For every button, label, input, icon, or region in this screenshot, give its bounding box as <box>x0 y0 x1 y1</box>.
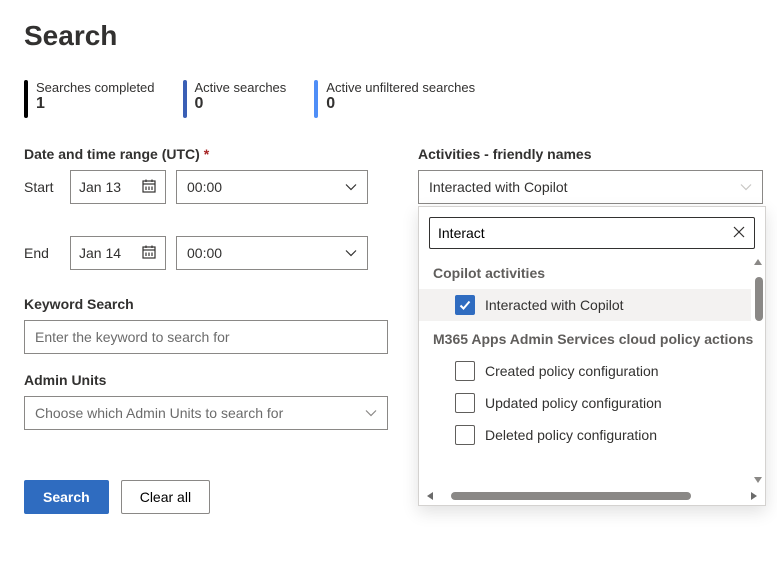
calendar-icon <box>141 178 157 197</box>
stat-value: 1 <box>36 95 155 113</box>
stat-searches-completed: Searches completed 1 <box>24 80 155 118</box>
stat-label: Searches completed <box>36 80 155 95</box>
scroll-thumb[interactable] <box>755 277 763 321</box>
group-title-copilot: Copilot activities <box>419 255 751 289</box>
activities-dropdown-body: Copilot activities Interacted with Copil… <box>419 255 765 487</box>
stat-value: 0 <box>195 95 287 113</box>
keyword-label: Keyword Search <box>24 296 388 312</box>
admin-units-label: Admin Units <box>24 372 388 388</box>
checkbox-unchecked <box>455 361 475 381</box>
activities-dropdown-panel: Copilot activities Interacted with Copil… <box>418 206 766 506</box>
stat-active-unfiltered: Active unfiltered searches 0 <box>314 80 475 118</box>
start-date-value: Jan 13 <box>79 179 121 195</box>
start-label: Start <box>24 179 60 195</box>
scroll-left-icon <box>423 489 437 503</box>
scroll-up-icon <box>751 255 765 269</box>
scroll-down-icon <box>751 473 765 487</box>
stat-bar <box>183 80 187 118</box>
horizontal-scrollbar[interactable] <box>419 487 765 505</box>
activity-item-label: Deleted policy configuration <box>485 427 657 443</box>
group-title-m365: M365 Apps Admin Services cloud policy ac… <box>419 321 751 355</box>
keyword-input-wrapper <box>24 320 388 354</box>
end-label: End <box>24 245 60 261</box>
admin-units-select[interactable]: Choose which Admin Units to search for <box>24 396 388 430</box>
end-time-value: 00:00 <box>187 245 222 261</box>
vertical-scrollbar[interactable] <box>751 255 765 487</box>
admin-units-placeholder: Choose which Admin Units to search for <box>35 405 283 421</box>
checkbox-checked <box>455 295 475 315</box>
checkbox-unchecked <box>455 393 475 413</box>
stat-bar <box>314 80 318 118</box>
end-time-picker[interactable]: 00:00 <box>176 236 368 270</box>
keyword-input[interactable] <box>35 329 377 345</box>
required-marker: * <box>204 146 209 162</box>
stats-row: Searches completed 1 Active searches 0 A… <box>24 80 753 118</box>
activity-item-label: Updated policy configuration <box>485 395 662 411</box>
activity-item-label: Interacted with Copilot <box>485 297 624 313</box>
stat-active-searches: Active searches 0 <box>183 80 287 118</box>
checkbox-unchecked <box>455 425 475 445</box>
stat-value: 0 <box>326 95 475 113</box>
activities-search-input[interactable] <box>438 225 732 241</box>
activities-selected-value: Interacted with Copilot <box>429 179 568 195</box>
scroll-thumb[interactable] <box>451 492 691 500</box>
clear-all-button[interactable]: Clear all <box>121 480 210 514</box>
end-date-picker[interactable]: Jan 14 <box>70 236 166 270</box>
start-time-value: 00:00 <box>187 179 222 195</box>
stat-label: Active searches <box>195 80 287 95</box>
end-date-value: Jan 14 <box>79 245 121 261</box>
activities-select[interactable]: Interacted with Copilot <box>418 170 763 204</box>
chevron-down-icon <box>740 183 752 191</box>
chevron-down-icon <box>345 249 357 257</box>
date-range-label: Date and time range (UTC) * <box>24 146 388 162</box>
stat-bar <box>24 80 28 118</box>
search-button[interactable]: Search <box>24 480 109 514</box>
activity-item-deleted-policy[interactable]: Deleted policy configuration <box>419 419 751 451</box>
activity-item-created-policy[interactable]: Created policy configuration <box>419 355 751 387</box>
calendar-icon <box>141 244 157 263</box>
clear-search-icon[interactable] <box>732 225 746 242</box>
start-date-picker[interactable]: Jan 13 <box>70 170 166 204</box>
scroll-right-icon <box>747 489 761 503</box>
start-time-picker[interactable]: 00:00 <box>176 170 368 204</box>
stat-label: Active unfiltered searches <box>326 80 475 95</box>
activity-item-interacted-with-copilot[interactable]: Interacted with Copilot <box>419 289 751 321</box>
activities-search-wrapper <box>429 217 755 249</box>
chevron-down-icon <box>345 183 357 191</box>
activity-item-label: Created policy configuration <box>485 363 659 379</box>
activities-label: Activities - friendly names <box>418 146 763 162</box>
page-title: Search <box>24 20 753 52</box>
chevron-down-icon <box>365 409 377 417</box>
activity-item-updated-policy[interactable]: Updated policy configuration <box>419 387 751 419</box>
